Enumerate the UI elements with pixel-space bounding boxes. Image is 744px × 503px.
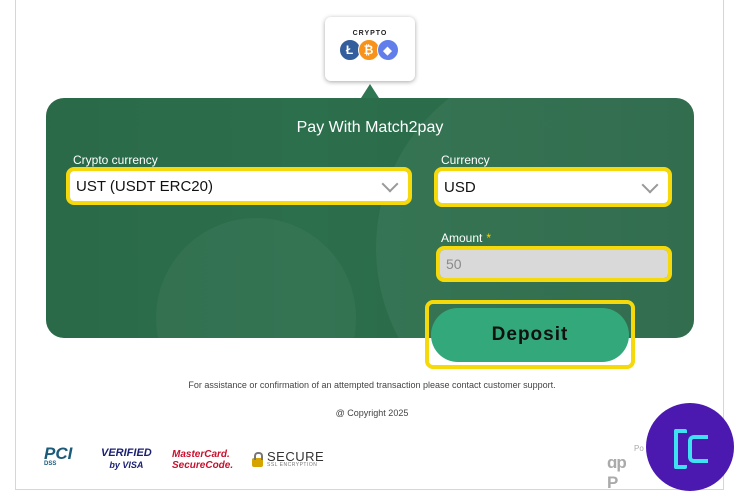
crypto-currency-select[interactable]: UST (USDT ERC20) <box>70 171 408 201</box>
crypto-currency-label: Crypto currency <box>73 153 158 167</box>
crypto-logo-card: CRYPTO Ł ₿ ◆ <box>325 17 415 81</box>
lock-icon <box>252 452 263 467</box>
mastercard-securecode-logo: MasterCard. SecureCode. <box>172 449 233 471</box>
crypto-coins: Ł ₿ ◆ <box>325 39 415 61</box>
vbv-line-2: by VISA <box>109 460 144 470</box>
mc-line-1: MasterCard. <box>172 449 230 460</box>
ethereum-icon: ◆ <box>376 39 399 61</box>
crypto-logo-label: CRYPTO <box>352 30 388 37</box>
deposit-button[interactable]: Deposit <box>431 308 629 362</box>
form-title: Pay With Match2pay <box>296 119 444 136</box>
card-pointer <box>361 84 379 98</box>
verified-by-visa-logo: VERIFIED by VISA <box>101 447 152 471</box>
crypto-currency-value: UST (USDT ERC20) <box>76 177 213 195</box>
secure-line-2: SSL ENCRYPTION <box>267 462 318 468</box>
amount-value: 50 <box>446 256 462 272</box>
currency-label: Currency <box>441 153 490 167</box>
copyright-text: @ Copyright 2025 <box>335 408 409 418</box>
amount-label: Amount * <box>441 231 492 245</box>
chevron-down-icon <box>381 175 399 193</box>
required-asterisk: * <box>486 231 492 245</box>
currency-value: USD <box>444 178 476 196</box>
secure-ssl-logo: SECURE SSL ENCRYPTION <box>252 449 324 468</box>
tc-badge-icon <box>646 403 734 491</box>
powered-line-2: ɑp P <box>607 453 627 492</box>
mc-line-2: SecureCode. <box>172 460 234 471</box>
assistance-text: For assistance or confirmation of an att… <box>188 380 556 390</box>
vbv-line-1: VERIFIED <box>101 447 152 459</box>
currency-select[interactable]: USD <box>438 171 668 203</box>
amount-input[interactable]: 50 <box>440 250 668 278</box>
tc-glyph <box>670 427 710 469</box>
powered-line-1: Po <box>634 444 644 453</box>
chevron-down-icon <box>641 176 659 194</box>
pci-dss-logo: PCI DSS <box>44 444 72 467</box>
